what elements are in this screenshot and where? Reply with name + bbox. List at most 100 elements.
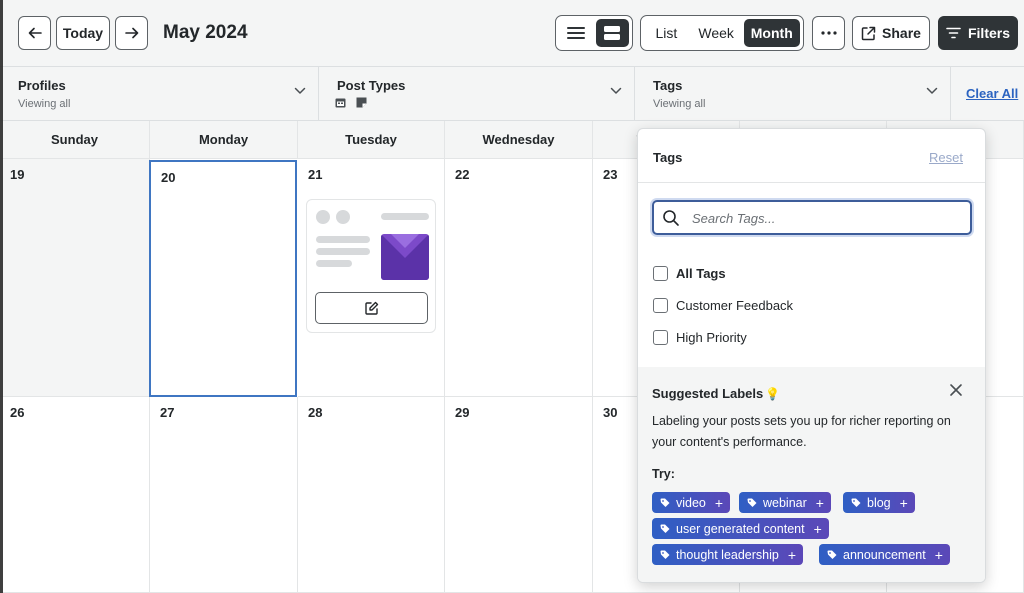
clear-all-link[interactable]: Clear All xyxy=(966,86,1018,101)
suggested-tag-chip[interactable]: thought leadership + xyxy=(652,544,804,565)
image-thumbnail xyxy=(381,234,429,280)
profiles-filter-subtitle: Viewing all xyxy=(18,98,71,110)
compact-density-option[interactable] xyxy=(559,19,593,47)
plus-icon: + xyxy=(815,494,824,511)
tab-week[interactable]: Week xyxy=(691,19,742,47)
tag-option-all-tags[interactable]: All Tags xyxy=(653,264,726,282)
tags-panel-title: Tags xyxy=(653,150,683,165)
suggested-tag-chip[interactable]: webinar + xyxy=(739,492,831,513)
day-number: 29 xyxy=(455,405,470,420)
day-cell[interactable]: 28 xyxy=(298,397,445,593)
arrow-left-icon xyxy=(28,27,42,39)
day-cell[interactable]: 27 xyxy=(150,397,298,593)
more-options-button[interactable] xyxy=(812,16,845,50)
suggested-labels-description: Labeling your posts sets you up for rich… xyxy=(652,414,951,449)
more-dots-icon xyxy=(820,31,837,35)
suggested-labels-title: Suggested Labels 💡 xyxy=(652,386,780,401)
plus-icon: + xyxy=(714,494,724,511)
share-label: Share xyxy=(882,25,921,41)
day-number: 19 xyxy=(10,167,25,182)
day-cell[interactable]: 22 xyxy=(445,159,593,397)
arrow-right-icon xyxy=(124,27,138,39)
checkbox[interactable] xyxy=(653,265,668,281)
profiles-filter-dropdown[interactable]: Profiles Viewing all xyxy=(0,67,319,121)
filter-bar: Profiles Viewing all Post Types Tags Vie… xyxy=(0,66,1024,121)
view-switcher: List Week Month xyxy=(640,15,804,51)
checkbox[interactable] xyxy=(653,329,668,345)
previous-month-button[interactable] xyxy=(18,16,51,50)
reset-link[interactable]: Reset xyxy=(929,150,963,165)
day-cell[interactable]: 19 xyxy=(0,159,150,397)
tags-panel-header: Tags Reset xyxy=(638,129,985,183)
tag-icon xyxy=(660,550,670,559)
post-types-filter-dropdown[interactable]: Post Types xyxy=(319,67,635,121)
card-density-icon xyxy=(604,26,621,40)
tag-option-label: High Priority xyxy=(676,329,747,345)
tags-filter-dropdown[interactable]: Tags Viewing all xyxy=(635,67,951,121)
share-button[interactable]: Share xyxy=(852,16,930,50)
chip-label: webinar xyxy=(763,495,807,510)
try-label: Try: xyxy=(652,467,675,481)
tag-icon xyxy=(747,498,757,507)
text-placeholder xyxy=(316,236,370,243)
tag-icon xyxy=(660,498,670,507)
tags-search-box xyxy=(652,200,972,235)
expanded-density-option[interactable] xyxy=(595,19,629,47)
page-title: May 2024 xyxy=(163,22,248,43)
day-cell[interactable]: 29 xyxy=(445,397,593,593)
avatar-placeholder xyxy=(336,210,350,224)
day-number: 22 xyxy=(455,167,470,182)
lightbulb-icon: 💡 xyxy=(765,387,781,401)
suggested-tag-chip[interactable]: announcement + xyxy=(819,544,950,565)
close-icon[interactable] xyxy=(949,383,963,397)
tag-option-customer-feedback[interactable]: Customer Feedback xyxy=(653,296,793,314)
weekday-header: Wednesday xyxy=(445,121,593,159)
text-placeholder xyxy=(381,213,429,220)
chip-label: user generated content xyxy=(676,521,805,536)
today-button[interactable]: Today xyxy=(56,16,110,50)
plus-icon: + xyxy=(934,546,943,563)
post-types-filter-title: Post Types xyxy=(337,78,406,93)
filter-icon xyxy=(946,27,961,39)
checkbox[interactable] xyxy=(653,297,668,313)
chevron-down-icon xyxy=(294,87,306,94)
day-number: 20 xyxy=(161,170,176,185)
chip-label: video xyxy=(676,495,706,510)
suggested-tag-chip[interactable]: video + xyxy=(652,492,731,513)
tags-filter-panel: Tags Reset All Tags Customer Feedback Hi… xyxy=(637,128,986,583)
weekday-header: Monday xyxy=(150,121,298,159)
note-icon xyxy=(356,97,367,108)
day-number: 27 xyxy=(160,405,175,420)
list-density-icon xyxy=(566,27,585,39)
plus-icon: + xyxy=(899,494,908,511)
external-link-icon xyxy=(861,26,876,40)
tags-filter-subtitle: Viewing all xyxy=(653,98,706,110)
suggested-tag-chip[interactable]: blog + xyxy=(843,492,915,513)
tag-icon xyxy=(851,498,861,507)
text-placeholder xyxy=(316,248,370,255)
tab-month[interactable]: Month xyxy=(743,19,801,47)
edit-post-button[interactable] xyxy=(315,292,428,324)
day-cell-selected[interactable]: 20 xyxy=(149,160,297,397)
suggested-tag-chip[interactable]: user generated content + xyxy=(652,518,829,539)
day-cell[interactable]: 26 xyxy=(0,397,150,593)
post-preview-card[interactable] xyxy=(306,199,436,333)
next-month-button[interactable] xyxy=(115,16,148,50)
tag-option-label: All Tags xyxy=(676,265,726,281)
chip-label: blog xyxy=(867,495,891,510)
tags-search-input[interactable] xyxy=(692,208,962,228)
envelope-shape-icon xyxy=(381,234,429,280)
day-number: 26 xyxy=(10,405,25,420)
tab-list[interactable]: List xyxy=(644,19,689,47)
filters-button[interactable]: Filters xyxy=(938,16,1018,50)
tag-icon xyxy=(827,550,837,559)
day-number: 23 xyxy=(603,167,618,182)
tag-option-high-priority[interactable]: High Priority xyxy=(653,328,747,346)
chip-label: thought leadership xyxy=(676,547,779,562)
suggested-labels-text: Suggested Labels xyxy=(652,386,764,401)
avatar-placeholder xyxy=(316,210,330,224)
chevron-down-icon xyxy=(926,87,938,94)
plus-icon: + xyxy=(787,546,797,563)
post-type-icons xyxy=(335,97,367,108)
weekday-header: Sunday xyxy=(0,121,150,159)
